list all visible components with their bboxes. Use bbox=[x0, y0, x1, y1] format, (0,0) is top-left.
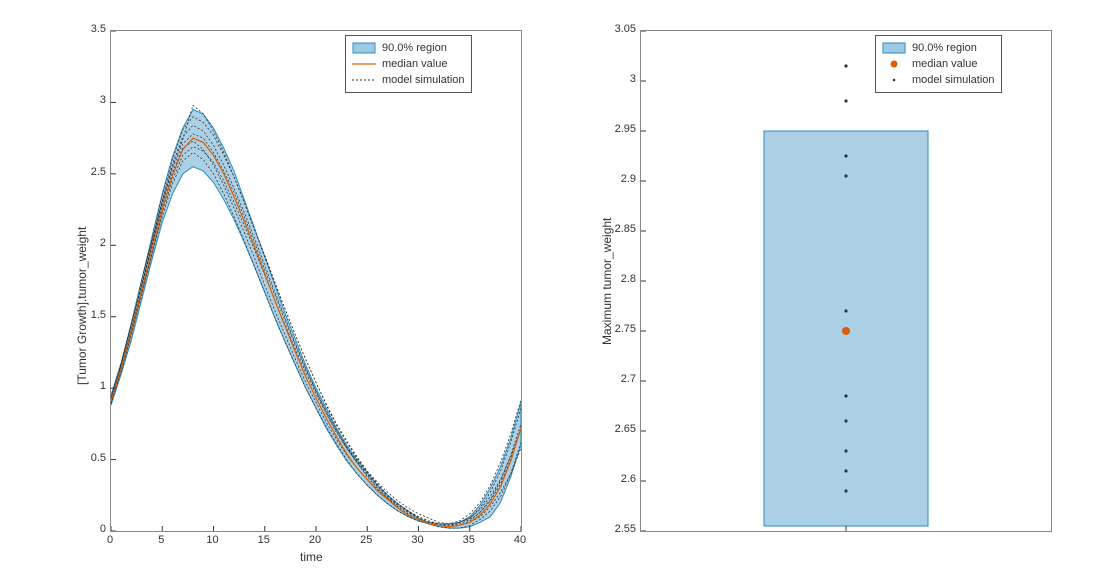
xtick-label: 20 bbox=[305, 534, 325, 546]
ytick-label: 3 bbox=[80, 94, 106, 106]
xtick-label: 15 bbox=[254, 534, 274, 546]
left-plot-svg bbox=[111, 31, 521, 531]
right-ylabel: Maximum tumor_weight bbox=[600, 165, 614, 345]
ytick-label: 3.05 bbox=[604, 23, 636, 35]
legend2-region-row: 90.0% region bbox=[882, 40, 995, 56]
legend2-sim-row: model simulation bbox=[882, 72, 995, 88]
legend-sim-label: model simulation bbox=[382, 74, 465, 86]
figure: 00.511.522.533.5 0510152025303540 [Tumor… bbox=[0, 0, 1098, 586]
legend2-median-row: median value bbox=[882, 56, 995, 72]
right-axes bbox=[640, 30, 1052, 532]
legend2-median-label: median value bbox=[912, 58, 977, 70]
xtick-label: 30 bbox=[408, 534, 428, 546]
ytick-label: 2.65 bbox=[604, 423, 636, 435]
ytick-label: 3.5 bbox=[80, 23, 106, 35]
xtick-label: 35 bbox=[459, 534, 479, 546]
right-legend: 90.0% region median value model simulati… bbox=[875, 35, 1002, 93]
ytick-label: 2.55 bbox=[604, 523, 636, 535]
legend2-region-swatch bbox=[882, 43, 906, 53]
xtick-label: 5 bbox=[151, 534, 171, 546]
ytick-label: 3 bbox=[604, 73, 636, 85]
xtick-label: 25 bbox=[356, 534, 376, 546]
legend2-median-swatch bbox=[882, 59, 906, 69]
legend-region-label: 90.0% region bbox=[382, 42, 447, 54]
legend-median-row: median value bbox=[352, 56, 465, 72]
legend2-region-label: 90.0% region bbox=[912, 42, 977, 54]
legend2-sim-label: model simulation bbox=[912, 74, 995, 86]
xtick-label: 10 bbox=[203, 534, 223, 546]
legend-region-swatch bbox=[352, 43, 376, 53]
ytick-label: 0.5 bbox=[80, 452, 106, 464]
legend2-sim-swatch bbox=[882, 75, 906, 85]
left-axes bbox=[110, 30, 522, 532]
ytick-label: 2.6 bbox=[604, 473, 636, 485]
ytick-label: 2.7 bbox=[604, 373, 636, 385]
legend-median-swatch bbox=[352, 59, 376, 69]
legend-median-label: median value bbox=[382, 58, 447, 70]
left-xlabel: time bbox=[300, 550, 323, 564]
xtick-label: 0 bbox=[100, 534, 120, 546]
xtick-label: 40 bbox=[510, 534, 530, 546]
ytick-label: 2.95 bbox=[604, 123, 636, 135]
legend-region-row: 90.0% region bbox=[352, 40, 465, 56]
legend-sim-swatch bbox=[352, 75, 376, 85]
left-ylabel: [Tumor Growth].tumor_weight bbox=[75, 165, 89, 385]
legend-sim-row: model simulation bbox=[352, 72, 465, 88]
left-legend: 90.0% region median value model simulati… bbox=[345, 35, 472, 93]
right-plot-svg bbox=[641, 31, 1051, 531]
